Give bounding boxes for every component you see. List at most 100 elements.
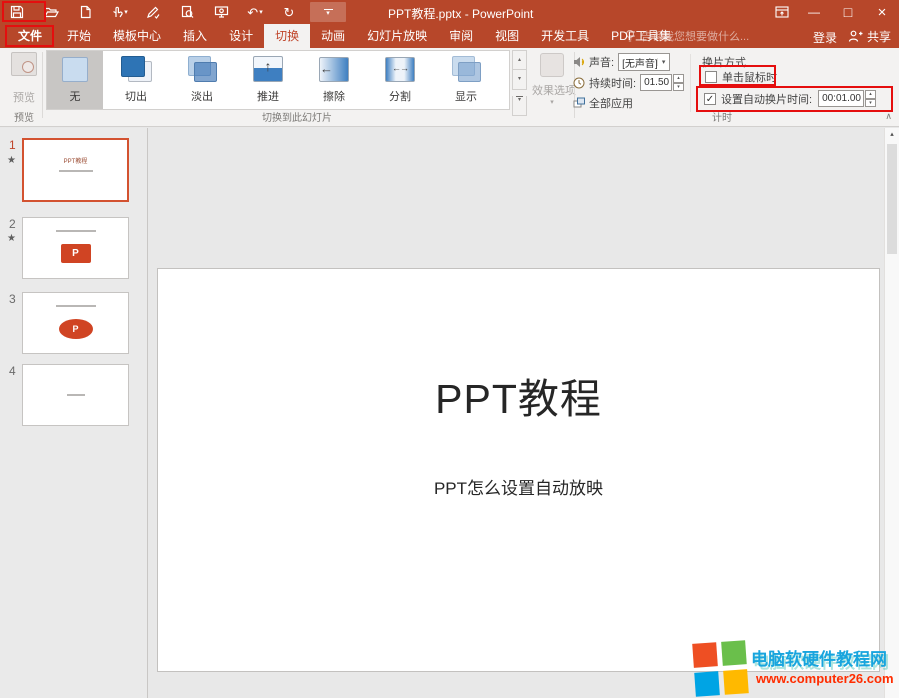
- tab-home[interactable]: 开始: [56, 24, 102, 48]
- collapse-ribbon-icon[interactable]: ∧: [885, 111, 892, 122]
- timing-group-label: 计时: [712, 109, 732, 124]
- transition-group-label: 切换到此幻灯片: [262, 109, 332, 124]
- preview-button-label: 预览: [6, 89, 42, 105]
- duration-input[interactable]: 01.50: [640, 74, 672, 91]
- transition-cut[interactable]: 切出: [103, 51, 169, 109]
- transition-gallery: 无 切出 淡出 ↑ 推进 ← 擦除 ←→ 分割 显示: [46, 50, 510, 110]
- on-mouse-click-checkbox[interactable]: [705, 71, 717, 83]
- sound-dropdown[interactable]: [无声音] ▾: [618, 53, 670, 71]
- touch-mode-dropdown-icon[interactable]: ▾: [124, 8, 128, 16]
- watermark-logo-square-red: [692, 642, 718, 668]
- maximize-button[interactable]: □: [831, 0, 865, 24]
- print-preview-button[interactable]: [170, 0, 204, 24]
- watermark-site-name: 电脑软硬件教程网: [751, 645, 887, 670]
- scrollbar-thumb[interactable]: [887, 144, 897, 254]
- transition-none[interactable]: 无: [47, 51, 103, 109]
- close-button[interactable]: ×: [865, 0, 899, 24]
- transition-split[interactable]: ←→ 分割: [367, 51, 433, 109]
- slide-1-mini-title: PPT教程: [24, 156, 127, 165]
- new-document-button[interactable]: [68, 0, 102, 24]
- slide-3-ellipse-logo: P: [59, 319, 93, 339]
- tab-review[interactable]: 审阅: [438, 24, 484, 48]
- effect-options-dropdown-icon: ▾: [532, 98, 572, 106]
- duration-spin-up-icon: ▴: [673, 74, 684, 83]
- current-slide[interactable]: PPT教程 PPT怎么设置自动放映: [157, 268, 880, 672]
- open-button[interactable]: [34, 0, 68, 24]
- auto-advance-spin-up-icon: ▴: [865, 90, 876, 99]
- slide-3-number: 3: [9, 292, 16, 306]
- scrollbar-up-icon[interactable]: ▴: [885, 128, 899, 142]
- sound-icon: [573, 56, 586, 68]
- transition-push[interactable]: ↑ 推进: [235, 51, 301, 109]
- auto-advance-option[interactable]: ✓ 设置自动换片时间: 00:01.00 ▴ ▾: [704, 90, 876, 107]
- share-label: 共享: [867, 28, 891, 45]
- duration-label: 持续时间:: [589, 75, 636, 91]
- auto-advance-checkbox[interactable]: ✓: [704, 93, 716, 105]
- on-mouse-click-option[interactable]: 单击鼠标时: [705, 69, 777, 85]
- preview-button[interactable]: 预览: [6, 52, 42, 105]
- slide-subtitle[interactable]: PPT怎么设置自动放映: [158, 474, 879, 499]
- duration-spinner[interactable]: ▴ ▾: [673, 74, 684, 91]
- redo-button[interactable]: ↻: [272, 0, 306, 24]
- tell-me-box[interactable]: 告诉我您想要做什么...: [624, 24, 749, 48]
- touch-mode-button[interactable]: ▾: [102, 0, 136, 24]
- transition-reveal[interactable]: 显示: [433, 51, 499, 109]
- slide-3-thumbnail[interactable]: P: [22, 292, 129, 354]
- slide-4-thumbnail[interactable]: [22, 364, 129, 426]
- sound-label: 声音:: [589, 54, 614, 70]
- tab-insert[interactable]: 插入: [172, 24, 218, 48]
- tab-transitions[interactable]: 切换: [264, 24, 310, 48]
- auto-advance-label: 设置自动换片时间:: [721, 91, 812, 107]
- sign-in-link[interactable]: 登录: [813, 29, 837, 46]
- slide-2-number: 2: [9, 217, 16, 231]
- ribbon-display-options-icon: [775, 6, 789, 18]
- pen-check-icon: [146, 5, 160, 19]
- save-button[interactable]: [0, 0, 34, 24]
- slide-4-number: 4: [9, 364, 16, 378]
- sound-value: [无声音]: [619, 55, 657, 70]
- tell-me-placeholder: 告诉我您想要做什么...: [641, 28, 749, 44]
- slide-title[interactable]: PPT教程: [158, 365, 879, 425]
- share-button[interactable]: 共享: [848, 24, 891, 48]
- slide-thumbnail-panel: 1 ★ PPT教程 2 ★ P 3 P 4: [0, 128, 148, 698]
- watermark-logo-square-yellow: [723, 669, 749, 695]
- transition-wipe[interactable]: ← 擦除: [301, 51, 367, 109]
- watermark-logo-square-blue: [694, 671, 720, 697]
- tab-slideshow[interactable]: 幻灯片放映: [356, 24, 438, 48]
- slide-2-thumbnail[interactable]: P: [22, 217, 129, 279]
- start-slideshow-button[interactable]: [204, 0, 238, 24]
- auto-advance-time-input[interactable]: 00:01.00: [818, 90, 864, 107]
- gallery-scroll-buttons: ▴ ▾ ▾: [512, 50, 527, 110]
- minimize-button[interactable]: —: [797, 0, 831, 24]
- tab-view[interactable]: 视图: [484, 24, 530, 48]
- apply-to-all-button[interactable]: 全部应用: [573, 95, 633, 111]
- slide-1-transition-star-icon: ★: [7, 155, 16, 166]
- transition-split-icon: ←→: [383, 56, 417, 84]
- new-document-icon: [79, 5, 92, 19]
- effect-options-icon: [540, 53, 564, 77]
- tab-developer[interactable]: 开发工具: [530, 24, 600, 48]
- effect-options-button[interactable]: 效果选项 ▾: [532, 53, 572, 106]
- ribbon: 预览 预览 无 切出 淡出 ↑ 推进 ← 擦除 ←→ 分割 显示: [0, 48, 899, 127]
- gallery-scroll-up-button[interactable]: ▴: [512, 50, 527, 70]
- ink-tools-button[interactable]: [136, 0, 170, 24]
- slide-1-thumbnail[interactable]: PPT教程: [22, 138, 129, 202]
- undo-dropdown-icon[interactable]: ▾: [259, 8, 263, 16]
- tab-template-center[interactable]: 模板中心: [102, 24, 172, 48]
- tab-file[interactable]: 文件: [4, 24, 56, 48]
- slide-1-number: 1: [9, 138, 16, 152]
- undo-button[interactable]: ↶ ▾: [238, 0, 272, 24]
- sound-dropdown-arrow-icon[interactable]: ▾: [657, 58, 669, 66]
- transition-fade[interactable]: 淡出: [169, 51, 235, 109]
- vertical-scrollbar[interactable]: ▴: [884, 128, 899, 698]
- customize-quick-access-button[interactable]: ▾: [310, 2, 346, 22]
- auto-advance-spinner[interactable]: ▴ ▾: [865, 90, 876, 107]
- ribbon-display-options-button[interactable]: [767, 0, 797, 24]
- tab-design[interactable]: 设计: [218, 24, 264, 48]
- save-icon: [10, 5, 24, 19]
- gallery-scroll-down-button[interactable]: ▾: [512, 70, 527, 90]
- touch-mode-icon: [110, 5, 123, 19]
- transition-wipe-icon: ←: [317, 56, 351, 84]
- tab-animations[interactable]: 动画: [310, 24, 356, 48]
- gallery-more-button[interactable]: ▾: [512, 96, 527, 116]
